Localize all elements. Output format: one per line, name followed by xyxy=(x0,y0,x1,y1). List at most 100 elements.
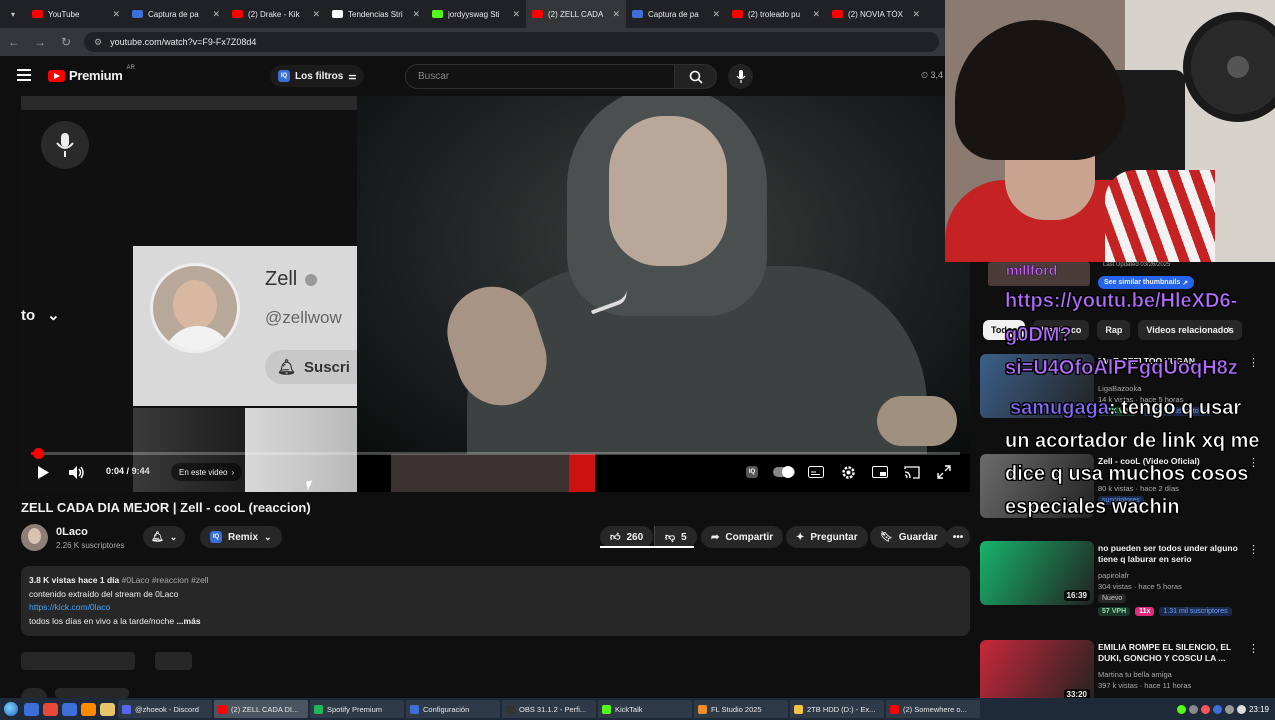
pinned-app-icon[interactable] xyxy=(62,702,77,716)
voice-search-button[interactable] xyxy=(728,64,753,89)
browser-tab[interactable]: YouTube ✕ xyxy=(26,0,126,28)
taskbar-window[interactable]: @zhoeok - Discord xyxy=(118,700,212,718)
chat-text: especiales wachin xyxy=(1005,496,1180,519)
reload-icon[interactable]: ↻ xyxy=(58,35,74,49)
chevron-right-icon[interactable]: › xyxy=(1227,322,1231,336)
tab-title: jordyyswag Sti xyxy=(448,9,500,19)
remix-button[interactable]: IQ Remix ⌄ xyxy=(200,526,282,548)
tray-icon[interactable] xyxy=(1176,704,1186,714)
site-info-icon[interactable]: ⚙ xyxy=(94,37,102,48)
more-vert-icon[interactable]: ⋮ xyxy=(1248,356,1259,369)
subtitles-button[interactable] xyxy=(807,464,825,480)
url-field[interactable]: ⚙ youtube.com/watch?v=F9-Fx7Z08d4 xyxy=(84,32,939,52)
search-button[interactable] xyxy=(675,64,717,89)
recommended-channel[interactable]: papirolafr xyxy=(1098,571,1129,580)
cast-button[interactable] xyxy=(903,464,921,480)
more-vert-icon[interactable]: ⋮ xyxy=(1248,642,1259,655)
browser-tab[interactable]: Captura de pa ✕ xyxy=(626,0,726,28)
youtube-premium-logo[interactable]: Premium AR xyxy=(48,65,135,83)
pinned-app-icon[interactable] xyxy=(100,702,115,716)
miniplayer-button[interactable] xyxy=(871,464,889,480)
filters-button[interactable]: IQ Los filtros ⚌ xyxy=(270,65,365,87)
tray-icon[interactable] xyxy=(1212,704,1222,714)
close-icon[interactable]: ✕ xyxy=(812,9,820,20)
taskbar-window[interactable]: FL Studio 2025 xyxy=(694,700,788,718)
browser-tab[interactable]: Captura de pa ✕ xyxy=(126,0,226,28)
ask-button[interactable]: ✦ Preguntar xyxy=(786,526,868,548)
recommended-video[interactable]: 33:20 EMILIA ROMPE EL SILENCIO, EL DUKI, … xyxy=(980,640,1265,704)
fullscreen-button[interactable] xyxy=(935,464,953,480)
recommended-video[interactable]: 16:39 no pueden ser todos under alguno ti… xyxy=(980,541,1265,616)
sparkle-icon: ✦ xyxy=(796,531,805,543)
browser-tab[interactable]: Tendencias Stri ✕ xyxy=(326,0,426,28)
show-more-button[interactable]: ...más xyxy=(176,616,200,626)
settings-button[interactable] xyxy=(839,464,857,480)
volume-button[interactable] xyxy=(68,464,86,480)
side-label: to ⌄ xyxy=(21,306,60,325)
taskbar-window[interactable]: OBS 31.1.2 - Perfi... xyxy=(502,700,596,718)
progress-knob[interactable] xyxy=(32,448,44,459)
play-button[interactable] xyxy=(34,464,52,480)
tab-search-icon[interactable]: ▾ xyxy=(0,0,26,28)
more-vert-icon[interactable]: ⋮ xyxy=(1248,543,1259,556)
close-icon[interactable]: ✕ xyxy=(512,9,520,20)
more-vert-icon[interactable]: ⋮ xyxy=(1248,456,1259,469)
menu-icon[interactable] xyxy=(17,69,31,81)
desc-tags[interactable]: #0Laco #reaccion #zell xyxy=(122,575,209,585)
video-player[interactable]: to ⌄ Zell @zellwow 🔔︎ Suscri 0:04 / 9:44… xyxy=(21,96,970,492)
forward-icon[interactable]: → xyxy=(32,35,48,49)
see-similar-button[interactable]: See similar thumbnails ↗ xyxy=(1098,276,1195,289)
close-icon[interactable]: ✕ xyxy=(412,9,420,20)
taskbar-window[interactable]: KickTalk xyxy=(598,700,692,718)
tray-icon[interactable] xyxy=(1200,704,1210,714)
autoplay-toggle[interactable] xyxy=(773,464,795,480)
filter-chip[interactable]: Rap xyxy=(1097,320,1131,340)
share-button[interactable]: ➦ Compartir xyxy=(701,526,784,548)
browser-tab[interactable]: (2) troleado pu ✕ xyxy=(726,0,826,28)
desc-link[interactable]: https://kick.com/0laco xyxy=(29,602,110,612)
close-icon[interactable]: ✕ xyxy=(312,9,320,20)
like-button[interactable]: 👍︎ 260 xyxy=(600,526,654,548)
back-icon[interactable]: ← xyxy=(6,35,22,49)
channel-name[interactable]: 0Laco xyxy=(56,526,88,538)
close-icon[interactable]: ✕ xyxy=(712,9,720,20)
clock[interactable]: 23:19 xyxy=(1249,705,1269,714)
close-icon[interactable]: ✕ xyxy=(912,9,920,20)
taskbar-window[interactable]: Configuración xyxy=(406,700,500,718)
recommended-channel[interactable]: LigaBazooka xyxy=(1098,384,1141,393)
tab-favicon-icon xyxy=(632,10,643,18)
browser-tab[interactable]: (2) Drake - Kik ✕ xyxy=(226,0,326,28)
taskbar-window[interactable]: 2TB HDD (D:) - Ex... xyxy=(790,700,884,718)
avatar[interactable] xyxy=(21,524,48,551)
description-box[interactable]: 3.8 K vistas hace 1 día #0Laco #reaccion… xyxy=(21,566,970,636)
taskbar: @zhoeok - Discord (2) ZELL CADA DI... Spot… xyxy=(0,698,1275,720)
progress-bar[interactable] xyxy=(31,448,960,459)
browser-tab[interactable]: (2) ZELL CADA ✕ xyxy=(526,0,626,28)
start-button[interactable] xyxy=(0,698,22,720)
chapter-button[interactable]: En este video › xyxy=(171,463,243,481)
notifications-button[interactable]: 🔔︎ ⌄ xyxy=(143,526,186,548)
video-thumbnail[interactable]: 33:20 xyxy=(980,640,1094,704)
close-icon[interactable]: ✕ xyxy=(612,9,620,20)
recommended-channel[interactable]: Martina tu bella amiga xyxy=(1098,670,1172,679)
taskbar-window[interactable]: Spotify Premium xyxy=(310,700,404,718)
tray-icon[interactable] xyxy=(1236,704,1246,714)
video-thumbnail[interactable]: 16:39 xyxy=(980,541,1094,605)
pinned-app-icon[interactable] xyxy=(24,702,39,716)
taskbar-window[interactable]: (2) Somewhere o... xyxy=(886,700,980,718)
more-actions-button[interactable]: ••• xyxy=(946,526,970,548)
iq-player-button[interactable]: IQ xyxy=(743,464,761,480)
taskbar-window[interactable]: (2) ZELL CADA DI... xyxy=(214,700,308,718)
tray-icon[interactable] xyxy=(1188,704,1198,714)
close-icon[interactable]: ✕ xyxy=(212,9,220,20)
pinned-app-icon[interactable] xyxy=(81,702,96,716)
browser-tab[interactable]: (2) NOVIA TÓX ✕ xyxy=(826,0,926,28)
close-icon[interactable]: ✕ xyxy=(112,9,120,20)
save-button[interactable]: 🔖︎ Guardar xyxy=(870,526,948,548)
tray-icon[interactable] xyxy=(1224,704,1234,714)
taskbar-window-label: Spotify Premium xyxy=(327,704,383,714)
browser-tab[interactable]: jordyyswag Sti ✕ xyxy=(426,0,526,28)
pinned-app-icon[interactable] xyxy=(43,702,58,716)
dislike-button[interactable]: 👎︎ 5 xyxy=(654,526,697,548)
search-input[interactable]: Buscar xyxy=(405,64,675,89)
